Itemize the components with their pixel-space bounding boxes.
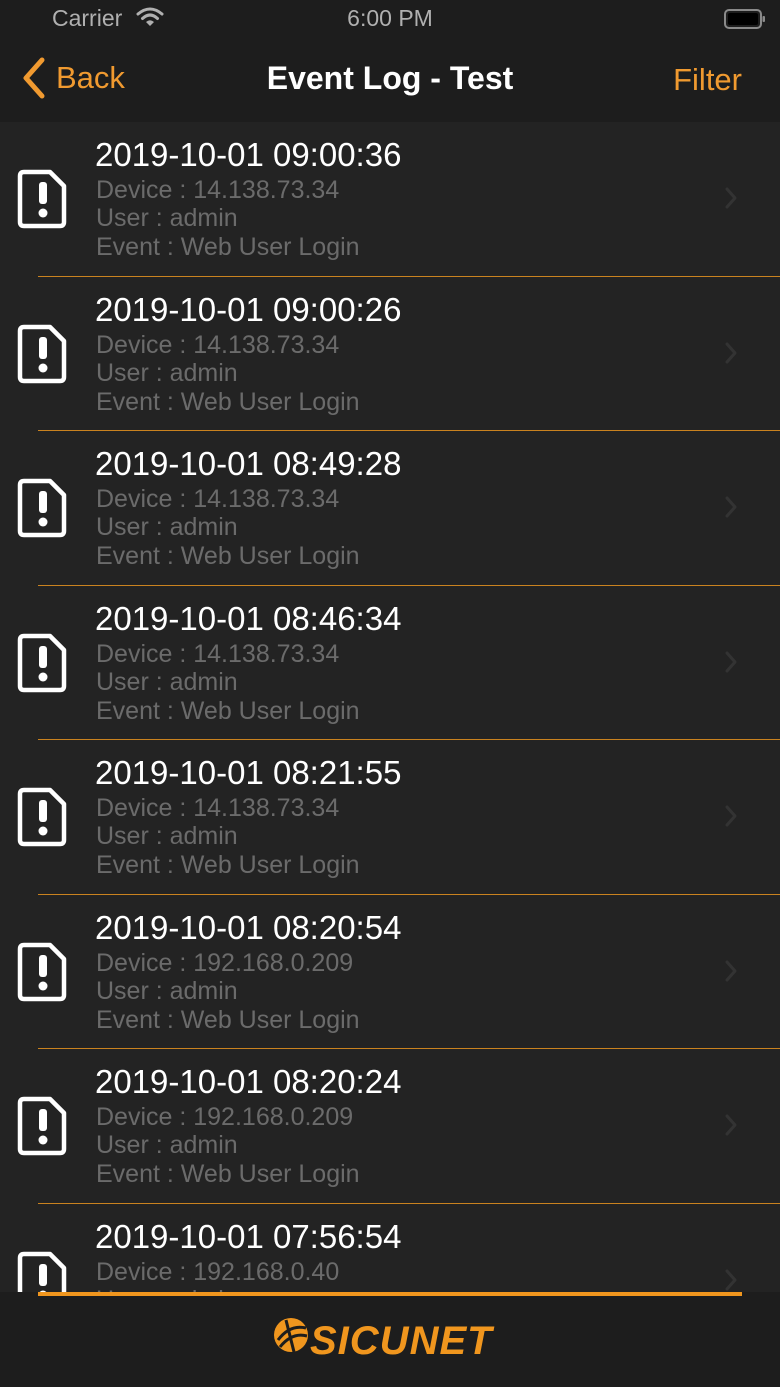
filter-button[interactable]: Filter	[673, 62, 742, 98]
alert-document-icon	[17, 1251, 67, 1292]
event-type: Event : Web User Login	[96, 696, 360, 725]
event-type: Event : Web User Login	[96, 1005, 360, 1034]
chevron-right-icon	[725, 187, 737, 209]
alert-document-icon	[17, 324, 67, 383]
event-type: Event : Web User Login	[96, 542, 360, 570]
event-timestamp: 2019-10-01 08:46:34	[95, 599, 402, 637]
event-user: User : admin	[96, 667, 238, 696]
event-timestamp: 2019-10-01 07:56:54	[95, 1217, 402, 1255]
event-device: Device : 192.168.0.209	[96, 1103, 354, 1131]
footer-divider	[38, 1292, 742, 1296]
event-type: Event : Web User Login	[96, 233, 360, 261]
alert-document-icon	[17, 169, 67, 229]
list-item[interactable]: 2019-10-01 08:46:34 Device : 14.138.73.3…	[0, 586, 780, 740]
event-timestamp: 2019-10-01 08:20:24	[95, 1063, 402, 1100]
page-title: Event Log - Test	[266, 60, 514, 96]
list-item[interactable]: 2019-10-01 08:20:24 Device : 192.168.0.2…	[0, 1049, 780, 1204]
alert-document-icon	[17, 942, 67, 1001]
status-time: 6:00 PM	[347, 5, 433, 31]
navigation-bar: Back Event Log - Test Filter	[0, 38, 780, 122]
event-device: Device : 14.138.73.34	[96, 330, 340, 359]
event-log-screen: Carrier 6:00 PM Back Event Log - Test Fi…	[0, 0, 780, 1387]
list-item[interactable]: 2019-10-01 09:00:26 Device : 14.138.73.3…	[0, 277, 780, 431]
event-user: User : admin	[96, 822, 238, 850]
alert-document-icon	[17, 1096, 67, 1156]
battery-icon	[724, 9, 765, 29]
event-list[interactable]: 2019-10-01 09:00:36 Device : 14.138.73.3…	[0, 122, 780, 1292]
event-user: User : admin	[96, 513, 238, 541]
brand-name: SICUNET	[310, 1319, 493, 1363]
chevron-right-icon	[725, 1114, 737, 1136]
chevron-right-icon	[725, 651, 737, 672]
chevron-right-icon	[725, 496, 737, 518]
list-item[interactable]: 2019-10-01 08:21:55 Device : 14.138.73.3…	[0, 740, 780, 895]
event-device: Device : 14.138.73.34	[96, 176, 340, 204]
chevron-right-icon	[725, 960, 737, 981]
event-timestamp: 2019-10-01 08:49:28	[95, 445, 402, 482]
event-timestamp: 2019-10-01 08:20:54	[95, 908, 402, 946]
chevron-right-icon	[725, 805, 737, 827]
event-device: Device : 14.138.73.34	[96, 639, 340, 668]
list-item[interactable]: 2019-10-01 09:00:36 Device : 14.138.73.3…	[0, 122, 780, 277]
event-user: User : admin	[96, 358, 238, 387]
brand-mark-icon	[274, 1318, 308, 1353]
event-type: Event : Web User Login	[96, 851, 360, 879]
event-device: Device : 192.168.0.209	[96, 948, 354, 977]
event-user: User : admin	[96, 204, 238, 232]
status-bar: Carrier 6:00 PM	[0, 0, 780, 38]
alert-document-icon	[17, 633, 67, 692]
alert-document-icon	[17, 787, 67, 847]
chevron-right-icon	[725, 1269, 737, 1290]
list-item[interactable]: 2019-10-01 07:56:54 Device : 192.168.0.4…	[0, 1204, 780, 1292]
event-device: Device : 192.168.0.40	[96, 1257, 340, 1286]
event-timestamp: 2019-10-01 09:00:36	[95, 136, 402, 173]
list-item[interactable]: 2019-10-01 08:20:54 Device : 192.168.0.2…	[0, 895, 780, 1049]
event-device: Device : 14.138.73.34	[96, 485, 340, 513]
event-device: Device : 14.138.73.34	[96, 794, 340, 822]
event-timestamp: 2019-10-01 08:21:55	[95, 754, 402, 791]
footer: SICUNET	[0, 1292, 780, 1387]
list-item[interactable]: 2019-10-01 08:49:28 Device : 14.138.73.3…	[0, 431, 780, 586]
event-timestamp: 2019-10-01 09:00:26	[95, 290, 402, 328]
event-type: Event : Web User Login	[96, 387, 360, 416]
event-type: Event : Web User Login	[96, 1160, 360, 1188]
chevron-right-icon	[725, 342, 737, 363]
alert-document-icon	[17, 478, 67, 538]
event-user: User : admin	[96, 976, 238, 1005]
sicunet-logo: SICUNET	[270, 1314, 510, 1368]
event-user: User : admin	[96, 1131, 238, 1159]
